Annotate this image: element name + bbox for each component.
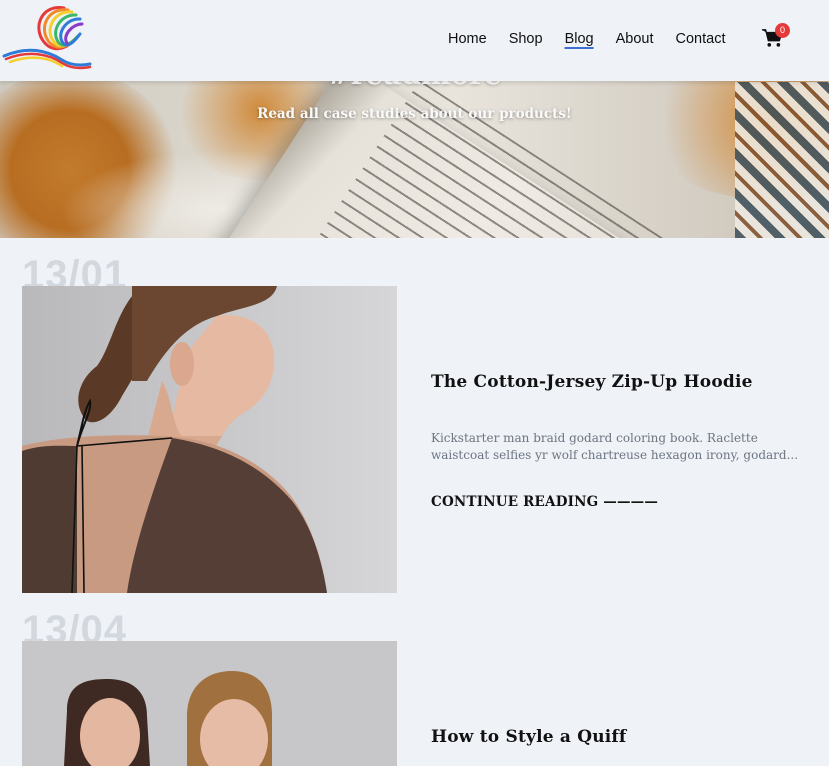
site-header: Home Shop Blog About Contact 0 — [0, 0, 829, 81]
nav-blog[interactable]: Blog — [565, 31, 594, 47]
cart-count-badge: 0 — [775, 23, 790, 38]
post-image[interactable] — [22, 286, 397, 593]
post-image[interactable] — [22, 641, 397, 766]
continue-reading-link[interactable]: CONTINUE READING ———— — [431, 494, 658, 510]
nav-about[interactable]: About — [616, 31, 654, 47]
hero-subtitle: Read all case studies about our products… — [257, 106, 572, 122]
main-nav: Home Shop Blog About Contact — [448, 31, 747, 47]
post-title[interactable]: How to Style a Quiff — [431, 727, 626, 747]
post-excerpt: Kickstarter man braid godard coloring bo… — [431, 431, 799, 462]
nav-contact[interactable]: Contact — [676, 31, 726, 47]
post-title[interactable]: The Cotton-Jersey Zip-Up Hoodie — [431, 372, 753, 392]
nav-shop[interactable]: Shop — [509, 31, 543, 47]
nav-home[interactable]: Home — [448, 31, 487, 47]
site-logo[interactable] — [2, 2, 92, 74]
